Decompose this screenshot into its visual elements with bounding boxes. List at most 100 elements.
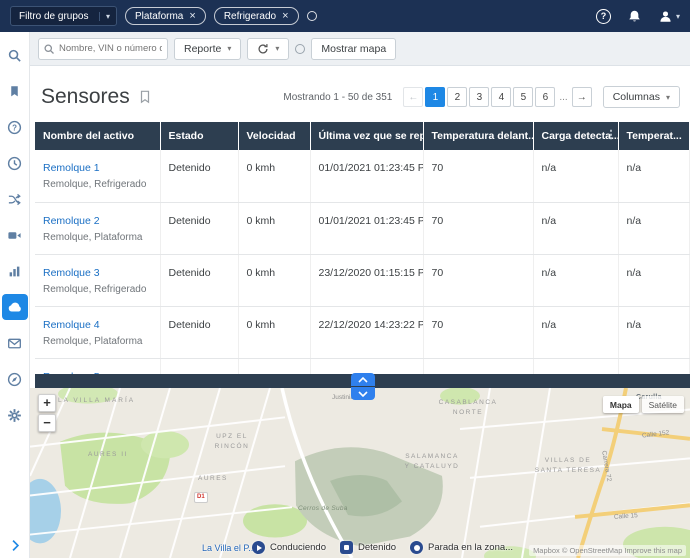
asset-name-link[interactable]: Remolque 1 (43, 162, 100, 174)
video-camera-icon[interactable] (2, 222, 28, 248)
zoom-out-button[interactable]: − (38, 414, 56, 432)
bar-chart-icon[interactable] (2, 258, 28, 284)
asset-name-link[interactable]: Remolque 4 (43, 319, 100, 331)
legend-item-stopped: Detenido (340, 541, 396, 554)
help-circle-icon[interactable]: ? (2, 114, 28, 140)
toolbar: Reporte ▾ ▾ Mostrar mapa (30, 32, 690, 66)
satellite-view-button[interactable]: Satélite (641, 396, 684, 413)
group-filter-dropdown[interactable]: Filtro de grupos ▾ (10, 6, 118, 26)
table-row[interactable]: Remolque 4 Remolque, Plataforma Detenido … (35, 306, 690, 359)
bookmark-page-icon[interactable] (138, 90, 152, 104)
loading-spinner-icon (306, 11, 317, 21)
table-row[interactable]: Remolque 1 Remolque, Refrigerado Detenido… (35, 150, 690, 203)
pagination: Mostrando 1 - 50 de 351 ← 1 2 3 4 5 6 ..… (283, 86, 680, 108)
map-canvas[interactable]: LA VILLA MARÍA Justiniana CASABLANCA NOR… (30, 388, 690, 558)
chevron-down-icon: ▾ (665, 92, 670, 102)
chip-label: Plataforma (135, 10, 184, 22)
table-map-splitter[interactable] (35, 373, 690, 400)
column-header-last-report[interactable]: Última vez que se repor... (310, 122, 424, 150)
page-button-3[interactable]: 3 (469, 87, 490, 107)
temp-front-cell: 70 (423, 202, 534, 255)
temp-rear-cell: n/a (618, 306, 690, 359)
zone-stop-pin-icon (410, 541, 424, 554)
next-page-button[interactable]: → (571, 87, 592, 107)
filter-chip-plataforma[interactable]: Plataforma × (125, 7, 206, 25)
search-icon (44, 43, 54, 54)
columns-button[interactable]: Columnas ▾ (602, 86, 680, 108)
column-header-speed[interactable]: Velocidad (238, 122, 311, 150)
chevron-right-icon (11, 540, 19, 551)
map-attribution[interactable]: Mapbox © OpenStreetMap Improve this map (529, 545, 686, 556)
map-view-button[interactable]: Mapa (602, 396, 639, 413)
table-row[interactable]: Remolque 5 (35, 358, 690, 374)
asset-type-label: Remolque, Plataforma (43, 231, 143, 243)
bookmark-icon[interactable] (2, 78, 28, 104)
zoom-in-button[interactable]: + (38, 394, 56, 412)
column-header-status[interactable]: Estado (160, 122, 239, 150)
search-input[interactable] (38, 37, 168, 60)
topbar-actions: ? ▾ (595, 8, 680, 24)
asset-name-link[interactable]: Remolque 2 (43, 215, 100, 227)
showing-text: Mostrando 1 - 50 de 351 (283, 91, 393, 103)
topbar: Filtro de grupos ▾ Plataforma × Refriger… (0, 0, 690, 32)
filter-chip-refrigerado[interactable]: Refrigerado × (213, 7, 299, 25)
routes-shuffle-icon[interactable] (2, 186, 28, 212)
asset-type-label: Remolque, Refrigerado (43, 179, 147, 190)
load-cell: n/a (533, 202, 619, 255)
temp-front-cell (423, 358, 534, 374)
user-menu-button[interactable]: ▾ (658, 9, 680, 24)
zoom-controls: + − (38, 394, 56, 432)
legend-item-stop-zone: Parada en la zona... (410, 541, 513, 554)
sensors-cloud-icon[interactable] (1, 294, 28, 320)
speed-cell: 0 kmh (238, 202, 311, 255)
app-window: Filtro de grupos ▾ Plataforma × Refriger… (0, 0, 690, 558)
search-icon[interactable] (2, 42, 28, 68)
chevron-down-icon: ▾ (275, 44, 280, 53)
temp-rear-cell: n/a (618, 254, 690, 307)
refresh-button[interactable]: ▾ (247, 37, 290, 60)
mail-envelope-icon[interactable] (2, 330, 28, 356)
splitter-handle (350, 373, 375, 400)
show-map-button[interactable]: Mostrar mapa (311, 37, 397, 60)
report-button[interactable]: Reporte ▾ (174, 37, 242, 60)
compass-icon[interactable] (2, 366, 28, 392)
column-menu-icon[interactable]: ⋮ (606, 128, 617, 141)
prev-page-button[interactable]: ← (403, 87, 424, 107)
close-icon[interactable]: × (189, 10, 195, 22)
expand-table-button[interactable] (350, 373, 375, 386)
page-button-5[interactable]: 5 (513, 87, 534, 107)
column-header-temp-rear[interactable]: Temperat... (618, 122, 690, 150)
refresh-icon (258, 43, 268, 53)
chevron-down-icon[interactable]: ▾ (99, 11, 116, 21)
column-header-temp-front[interactable]: Temperatura delant... (423, 122, 534, 150)
map-legend: Conduciendo Detenido Parada en la zona..… (252, 541, 513, 554)
chevron-down-icon: ▾ (227, 44, 232, 53)
asset-name-link[interactable]: Remolque 3 (43, 267, 100, 279)
page-button-1[interactable]: 1 (425, 87, 446, 107)
group-filter-label: Filtro de grupos (19, 10, 89, 22)
table-row[interactable]: Remolque 2 Remolque, Plataforma Detenido … (35, 202, 690, 255)
temp-rear-cell: n/a (618, 202, 690, 255)
table-row[interactable]: Remolque 3 Remolque, Refrigerado Detenido… (35, 254, 690, 307)
close-icon[interactable]: × (282, 10, 288, 22)
temp-rear-cell: n/a (618, 150, 690, 203)
status-cell: Detenido (160, 306, 239, 359)
chip-label: Refrigerado (223, 10, 277, 22)
collapse-table-button[interactable] (350, 387, 375, 400)
temp-front-cell: 70 (423, 306, 534, 359)
history-clock-icon[interactable] (2, 150, 28, 176)
last-report-cell: 01/01/2021 01:23:45 PM (310, 150, 424, 203)
notifications-bell-icon[interactable] (627, 9, 642, 24)
page-button-6[interactable]: 6 (535, 87, 556, 107)
chevron-down-icon (357, 390, 368, 397)
column-header-load[interactable]: Carga detecta... ⋮ (533, 122, 619, 150)
expand-sidebar-button[interactable] (0, 539, 30, 552)
page-button-4[interactable]: 4 (491, 87, 512, 107)
status-cell: Detenido (160, 254, 239, 307)
help-icon[interactable]: ? (595, 8, 611, 24)
page-button-2[interactable]: 2 (447, 87, 468, 107)
column-header-name[interactable]: Nombre del activo (35, 122, 161, 150)
stopped-status-icon (340, 541, 353, 554)
gear-icon[interactable] (2, 402, 28, 428)
speed-cell: 0 kmh (238, 306, 311, 359)
